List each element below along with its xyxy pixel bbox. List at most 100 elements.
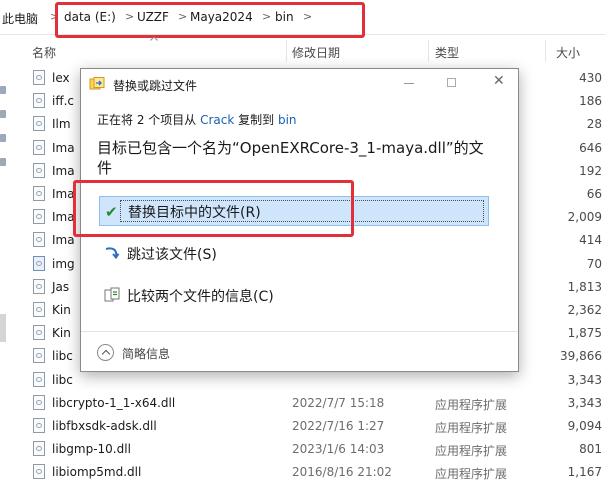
file-date: 2016/8/16 21:02 (292, 465, 392, 479)
file-name: libiomp5md.dll (52, 465, 142, 479)
breadcrumb-this-pc[interactable]: 此电脑 (2, 10, 38, 27)
conflict-message: 目标已包含一个名为“OpenEXRCore-3_1-maya.dll”的文件 (97, 139, 484, 177)
dll-file-icon (33, 93, 45, 108)
file-name: lex (52, 71, 70, 85)
dll-file-icon (33, 186, 45, 201)
file-row[interactable]: libgmp-10.dll 2023/1/6 14:03 应用程序扩展 801 (0, 438, 605, 460)
compare-files-label: 比较两个文件的信息(C) (127, 289, 274, 305)
file-name: Jas (52, 280, 70, 294)
column-divider[interactable] (286, 40, 287, 62)
dialog-divider (81, 331, 518, 332)
dll-file-icon (33, 232, 45, 247)
file-size: 3,343 (567, 373, 602, 387)
file-size: 39,866 (560, 349, 602, 363)
file-size: 186 (579, 94, 602, 108)
dll-file-icon (33, 163, 45, 178)
file-size: 192 (579, 164, 602, 178)
file-name: libc (52, 349, 73, 363)
maximize-icon[interactable] (447, 78, 456, 87)
destination-folder-link[interactable]: bin (278, 113, 297, 127)
file-date: 2022/7/16 1:27 (292, 419, 385, 433)
file-name: libc (52, 373, 73, 387)
file-size: 414 (579, 233, 602, 247)
file-name: iff.c (52, 94, 75, 108)
file-size: 1,875 (567, 326, 602, 340)
file-date: 2023/1/6 14:03 (292, 442, 385, 456)
dll-file-icon (33, 372, 45, 387)
image-file-icon (33, 256, 45, 271)
file-size: 1,813 (567, 280, 602, 294)
details-label: 简略信息 (122, 347, 171, 361)
file-type: 应用程序扩展 (435, 467, 508, 481)
dialog-titlebar[interactable]: 替换或跳过文件 ✕ (81, 69, 518, 99)
file-type: 应用程序扩展 (435, 421, 508, 435)
dialog-title: 替换或跳过文件 (113, 79, 198, 93)
file-row[interactable]: libc 3,343 (0, 369, 605, 391)
file-size: 801 (579, 442, 602, 456)
close-icon[interactable]: ✕ (493, 73, 505, 89)
file-name: Ima (52, 210, 75, 224)
file-type: 应用程序扩展 (435, 398, 508, 412)
dll-file-icon (33, 70, 45, 85)
column-date[interactable]: 修改日期 (292, 44, 340, 61)
file-date: 2022/7/7 15:18 (292, 396, 385, 410)
file-name: Ima (52, 164, 75, 178)
file-size: 2,362 (567, 303, 602, 317)
column-size[interactable]: 大小 (556, 44, 580, 61)
file-size: 3,343 (567, 396, 602, 410)
file-size: 70 (586, 257, 602, 271)
minimize-icon[interactable] (404, 83, 414, 84)
column-header: 名称 修改日期 类型 大小 (0, 40, 605, 62)
skip-arrow-icon (105, 247, 120, 260)
column-divider[interactable] (428, 40, 429, 62)
file-row[interactable]: libcrypto-1_1-x64.dll 2022/7/7 15:18 应用程序扩… (0, 392, 605, 414)
dll-file-icon (33, 395, 45, 410)
dll-file-icon (33, 209, 45, 224)
address-bar-highlight (55, 2, 365, 38)
copy-files-icon (89, 77, 105, 90)
file-name: Kin (52, 326, 71, 340)
replace-option-highlight (73, 180, 354, 237)
file-size: 28 (586, 117, 602, 131)
column-divider[interactable] (545, 40, 546, 62)
file-name: Ilm (52, 117, 71, 131)
file-size: 2,009 (567, 210, 602, 224)
file-size: 646 (579, 141, 602, 155)
file-name: libfbxsdk-adsk.dll (52, 419, 157, 433)
dll-file-icon (33, 279, 45, 294)
dll-file-icon (33, 140, 45, 155)
dll-file-icon (33, 116, 45, 131)
file-name: libcrypto-1_1-x64.dll (52, 396, 176, 410)
file-size: 430 (579, 71, 602, 85)
file-name: Ima (52, 187, 75, 201)
dll-file-icon (33, 418, 45, 433)
source-folder-link[interactable]: Crack (200, 113, 234, 127)
file-name: img (52, 257, 75, 271)
progress-middle: 复制到 (238, 113, 275, 127)
column-type[interactable]: 类型 (435, 44, 459, 61)
compare-files-option[interactable]: 比较两个文件的信息(C) (99, 281, 489, 311)
compare-files-icon (104, 287, 120, 302)
file-size: 9,094 (567, 419, 602, 433)
column-name[interactable]: 名称 (32, 44, 56, 61)
file-name: Ima (52, 141, 75, 155)
chevron-up-icon (97, 344, 114, 361)
dll-file-icon (33, 441, 45, 456)
dll-file-icon (33, 464, 45, 479)
file-type: 应用程序扩展 (435, 444, 508, 458)
file-row[interactable]: libfbxsdk-adsk.dll 2022/7/16 1:27 应用程序扩展 9,… (0, 415, 605, 437)
file-name: Kin (52, 303, 71, 317)
file-name: Ima (52, 233, 75, 247)
file-name: libgmp-10.dll (52, 442, 131, 456)
skip-file-label: 跳过该文件(S) (127, 247, 217, 263)
file-size: 1,167 (567, 465, 602, 479)
replace-or-skip-dialog: 替换或跳过文件 ✕ 正在将 2 个项目从 Crack 复制到 bin 目标已包含… (73, 68, 519, 372)
progress-prefix: 正在将 2 个项目从 (97, 113, 197, 127)
dll-file-icon (33, 302, 45, 317)
dll-file-icon (33, 348, 45, 363)
skip-file-option[interactable]: 跳过该文件(S) (99, 239, 489, 269)
dll-file-icon (33, 325, 45, 340)
file-row[interactable]: libiomp5md.dll 2016/8/16 21:02 应用程序扩展 1,167 (0, 461, 605, 483)
copy-progress-text: 正在将 2 个项目从 Crack 复制到 bin (97, 111, 297, 128)
file-size: 66 (586, 187, 602, 201)
